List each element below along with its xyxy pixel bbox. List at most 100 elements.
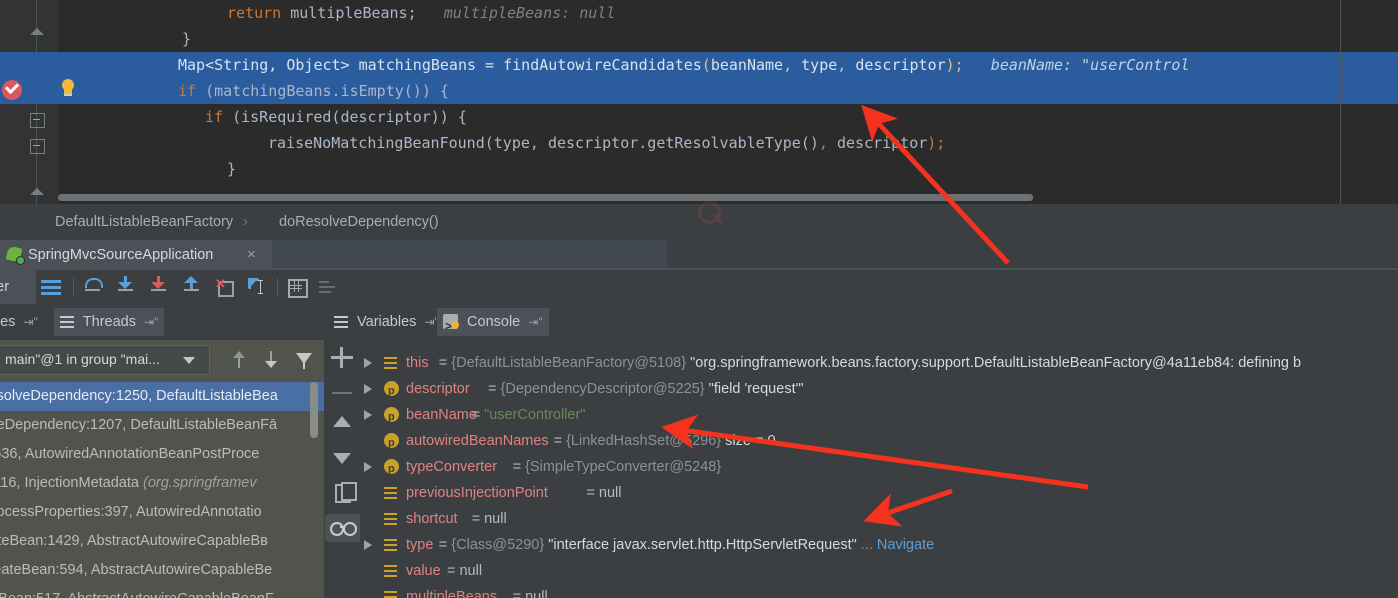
expand-chevron-icon[interactable] — [364, 384, 372, 394]
expand-chevron-icon[interactable] — [364, 358, 372, 368]
frame-row[interactable]: ResolveDependency:1250, DefaultListableB… — [0, 382, 324, 411]
frame-row[interactable]: CreateBean:594, AbstractAutowireCapableB… — [0, 556, 324, 585]
frame-up-button[interactable] — [228, 350, 250, 370]
show-execution-point-icon[interactable] — [40, 276, 62, 298]
local-variable-icon — [384, 565, 397, 577]
frame-row[interactable]: tProcessProperties:397, AutowiredAnnotat… — [0, 498, 324, 527]
variable-value-token: {DefaultListableBeanFactory@5108} — [451, 355, 687, 371]
parameter-icon — [384, 404, 399, 430]
tab-console[interactable]: Console ⇥" — [437, 308, 549, 340]
variable-row[interactable]: descriptor = {DependencyDescriptor@5225}… — [360, 376, 1398, 404]
debugger-side-tab[interactable]: gger — [0, 270, 36, 304]
breadcrumb-method[interactable]: doResolveDependency() — [279, 204, 439, 240]
evaluate-expression-icon[interactable] — [285, 276, 308, 298]
code-token: if — [178, 82, 206, 100]
variable-name: beanName — [406, 407, 477, 423]
debugger-toolbar: gger — [0, 270, 1398, 304]
search-watermark-icon — [690, 195, 734, 239]
variable-name: value — [406, 563, 441, 579]
code-token: type — [801, 56, 838, 74]
close-icon[interactable]: × — [247, 240, 256, 270]
variable-value-token[interactable]: Navigate — [877, 537, 934, 553]
pin-icon[interactable]: ⇥" — [528, 315, 542, 329]
run-to-cursor-icon[interactable] — [246, 276, 268, 298]
run-tab-label: SpringMvcSourceApplication — [28, 247, 214, 263]
variable-value-token: = — [438, 537, 452, 553]
code-token: multipleBeans: null — [416, 4, 616, 22]
variable-row[interactable]: type = {Class@5290} "interface javax.ser… — [360, 532, 1398, 558]
step-out-icon[interactable] — [180, 276, 202, 298]
variable-value-token: {SimpleTypeConverter@5248} — [525, 459, 722, 475]
settings-threads-icon[interactable] — [318, 276, 340, 298]
add-watch-icon[interactable] — [331, 346, 353, 368]
frame-row-label: olveDependency:1207, DefaultListableBean… — [0, 417, 278, 433]
tab-console-label: Console — [467, 314, 521, 330]
variable-name: typeConverter — [406, 459, 498, 475]
thread-selector-dropdown[interactable]: main"@1 in group "mai... — [0, 345, 210, 375]
move-down-icon[interactable] — [331, 448, 353, 470]
frame-row[interactable]: ateBean:517, AbstractAutowireCapableBean… — [0, 585, 324, 598]
code-token: , — [818, 134, 837, 152]
expand-chevron-icon[interactable] — [364, 540, 372, 550]
variables-icon — [334, 316, 348, 328]
code-token: multipleBeans; — [290, 4, 417, 22]
code-line: } — [0, 26, 1398, 52]
local-variable-icon — [384, 591, 397, 598]
variable-row[interactable]: typeConverter = {SimpleTypeConverter@524… — [360, 454, 1398, 482]
run-tab-bar: SpringMvcSourceApplication × — [0, 240, 1398, 270]
frame-down-button[interactable] — [260, 350, 282, 370]
expand-chevron-icon[interactable] — [364, 410, 372, 420]
variable-value: = {DependencyDescriptor@5225} "field 're… — [488, 376, 804, 402]
tab-variables[interactable]: Variables ⇥" — [328, 308, 445, 336]
frame-row-label: CreateBean:594, AbstractAutowireCapableB… — [0, 562, 273, 578]
copy-value-icon[interactable] — [331, 482, 357, 504]
fold-marker-icon[interactable] — [30, 188, 45, 197]
breadcrumb-class[interactable]: DefaultListableBeanFactory — [55, 204, 233, 240]
variable-value: = {SimpleTypeConverter@5248} — [513, 454, 722, 480]
variable-row[interactable]: multipleBeans = null — [360, 584, 1398, 598]
variable-row[interactable]: previousInjectionPoint = null — [360, 480, 1398, 506]
run-tab-bar-accent — [272, 240, 667, 270]
code-editor[interactable]: return multipleBeans; multipleBeans: nul… — [0, 0, 1398, 204]
frame-row[interactable]: ct:116, InjectionMetadata (org.springfra… — [0, 469, 324, 498]
frames-side-actions — [324, 340, 361, 598]
variable-row[interactable]: autowiredBeanNames = {LinkedHashSet@5296… — [360, 428, 1398, 456]
force-step-into-icon[interactable] — [147, 276, 169, 298]
pin-icon[interactable]: ⇥" — [144, 315, 158, 329]
drop-frame-icon[interactable]: ✕ — [213, 276, 235, 298]
variable-row[interactable]: value = null — [360, 558, 1398, 584]
frame-row[interactable]: ulateBean:1429, AbstractAutowireCapableB… — [0, 527, 324, 556]
filter-frames-button[interactable] — [292, 350, 314, 370]
frame-row-label: tProcessProperties:397, AutowiredAnnotat… — [0, 504, 262, 520]
remove-watch-icon[interactable] — [331, 382, 353, 404]
frame-row[interactable]: olveDependency:1207, DefaultListableBean… — [0, 411, 324, 440]
frames-scrollbar[interactable] — [310, 382, 318, 438]
debug-panel-tab-row: mes ⇥" Threads ⇥" Variables ⇥" Console ⇥… — [0, 304, 1398, 340]
code-token: (matchingBeans.isEmpty()) { — [205, 82, 449, 100]
frame-row-label: ResolveDependency:1250, DefaultListableB… — [0, 388, 278, 404]
pin-icon[interactable]: ⇥" — [23, 315, 37, 329]
variables-panel[interactable]: {(HandlerMethod){(MappingRegistration){(… — [360, 340, 1398, 598]
variable-row[interactable]: beanName = "userController" — [360, 402, 1398, 430]
frame-row-label: ct:636, AutowiredAnnotationBeanPostProce — [0, 446, 260, 462]
variable-value-token: {Class@5290} — [451, 537, 545, 553]
frame-row[interactable]: ct:636, AutowiredAnnotationBeanPostProce — [0, 440, 324, 469]
run-tab-spring-mvc[interactable]: SpringMvcSourceApplication × — [0, 240, 272, 270]
code-token: } — [227, 160, 237, 178]
step-over-icon[interactable] — [81, 276, 103, 298]
step-into-icon[interactable] — [114, 276, 136, 298]
variable-name: this — [406, 355, 429, 371]
move-up-icon[interactable] — [331, 412, 353, 434]
variable-row[interactable]: shortcut = null — [360, 506, 1398, 532]
local-variable-icon — [384, 539, 397, 551]
tab-threads[interactable]: Threads ⇥" — [54, 308, 165, 336]
expand-chevron-icon[interactable] — [364, 462, 372, 472]
right-margin-line — [1340, 0, 1341, 204]
variable-row[interactable]: this = {DefaultListableBeanFactory@5108}… — [360, 350, 1398, 376]
tab-threads-label: Threads — [82, 314, 136, 330]
code-token: descriptor — [855, 56, 946, 74]
toolbar-divider — [73, 278, 74, 296]
tab-frames[interactable]: mes ⇥" — [0, 308, 44, 336]
frames-panel[interactable]: main"@1 in group "mai... ResolveDependen… — [0, 340, 324, 598]
editor-horizontal-scrollbar[interactable] — [58, 194, 1033, 201]
